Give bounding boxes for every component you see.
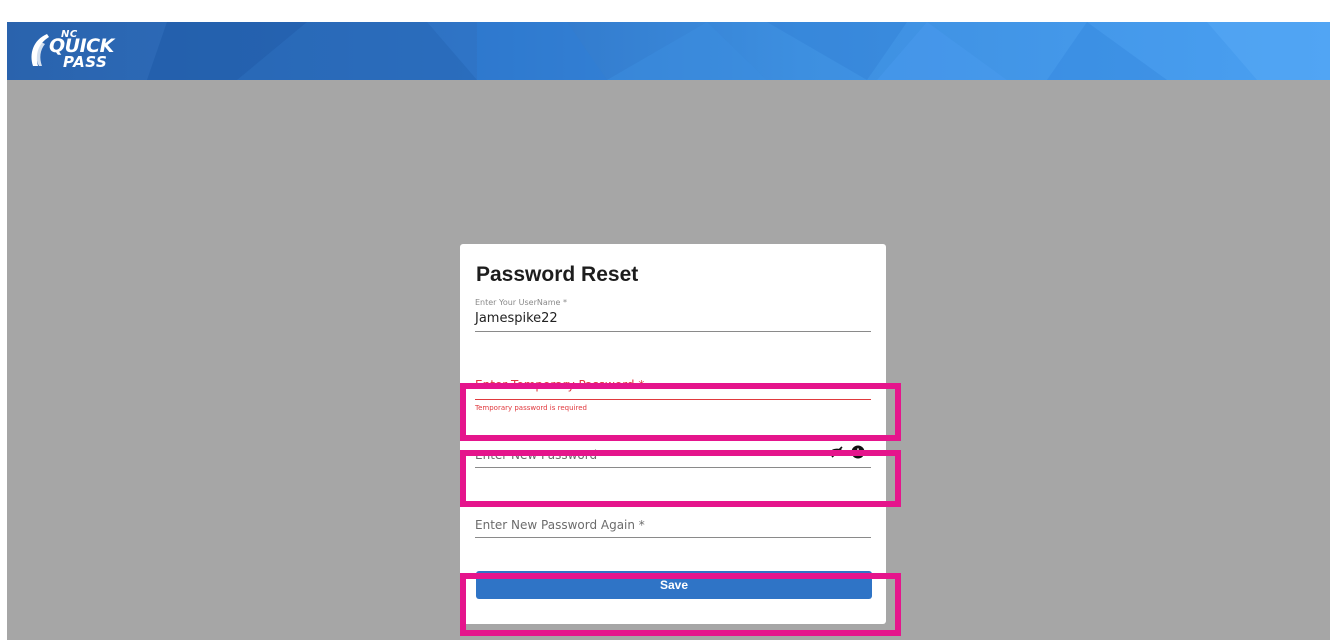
- highlight-temporary-password: [460, 383, 901, 441]
- page-title: Password Reset: [476, 263, 639, 286]
- header-background-pattern: [147, 22, 1330, 80]
- username-field[interactable]: Enter Your UserName * Jamespike22: [475, 296, 871, 352]
- logo-swoosh-icon: [31, 34, 49, 66]
- new-password-again-placeholder[interactable]: Enter New Password Again *: [475, 518, 645, 532]
- highlight-save-button: [460, 573, 901, 636]
- username-underline: [475, 331, 871, 332]
- username-label: Enter Your UserName *: [475, 298, 568, 307]
- new-password-again-underline: [475, 537, 871, 538]
- logo-pass-text: PASS: [63, 53, 108, 71]
- new-password-again-field[interactable]: Enter New Password Again *: [475, 512, 871, 562]
- nc-quick-pass-logo[interactable]: NC QUICK PASS: [27, 28, 159, 74]
- highlight-new-password: [460, 450, 901, 507]
- top-header: NC QUICK PASS: [7, 22, 1330, 80]
- username-value[interactable]: Jamespike22: [475, 311, 558, 326]
